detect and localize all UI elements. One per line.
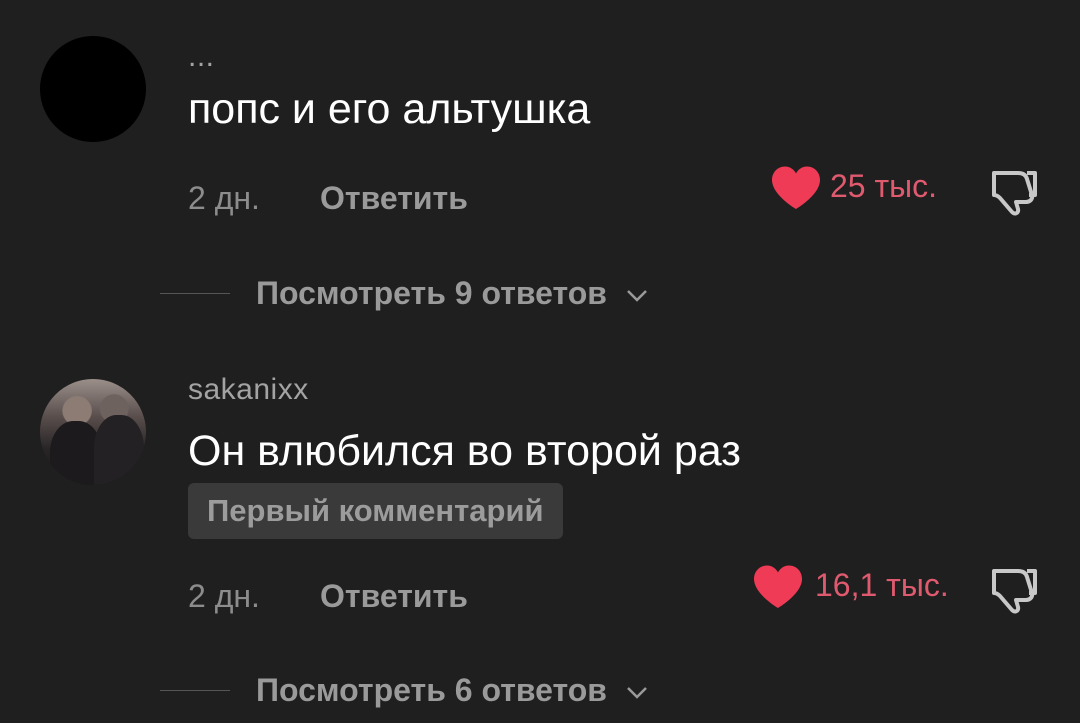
avatar[interactable] xyxy=(40,36,146,142)
comments-panel: ... попс и его альтушка 2 дн. Ответить 2… xyxy=(0,0,1080,723)
view-replies-label: Посмотреть 6 ответов xyxy=(256,672,607,708)
like-count: 16,1 тыс. xyxy=(815,567,949,603)
chevron-down-icon xyxy=(626,289,647,302)
thumbs-down-icon[interactable] xyxy=(988,563,1040,615)
heart-icon[interactable] xyxy=(752,564,804,610)
comment-timestamp: 2 дн. xyxy=(188,180,260,216)
heart-icon[interactable] xyxy=(770,165,822,211)
chevron-down-icon xyxy=(626,686,647,699)
comment-timestamp: 2 дн. xyxy=(188,578,260,614)
view-replies-button[interactable]: Посмотреть 9 ответов xyxy=(256,275,648,312)
first-comment-badge: Первый комментарий xyxy=(188,483,563,539)
thumbs-down-icon[interactable] xyxy=(988,165,1040,217)
view-replies-label: Посмотреть 9 ответов xyxy=(256,275,607,311)
like-count: 25 тыс. xyxy=(830,168,938,204)
view-replies-button[interactable]: Посмотреть 6 ответов xyxy=(256,672,648,709)
divider xyxy=(160,293,230,294)
comment-text: попс и его альтушка xyxy=(188,85,591,133)
reply-button[interactable]: Ответить xyxy=(320,578,468,615)
comment-username[interactable]: sakanixx xyxy=(188,373,309,407)
comment-text: Он влюбился во второй раз xyxy=(188,427,741,475)
reply-button[interactable]: Ответить xyxy=(320,180,468,217)
avatar[interactable] xyxy=(40,379,146,485)
divider xyxy=(160,690,230,691)
comment-username[interactable]: ... xyxy=(188,40,215,74)
